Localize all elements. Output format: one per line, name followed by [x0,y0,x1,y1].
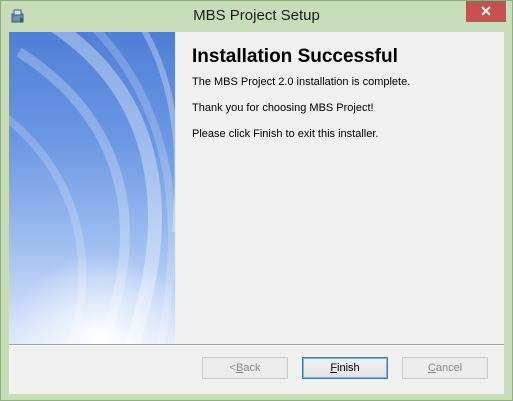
finish-instruction: Please click Finish to exit this install… [192,128,379,140]
finish-label-rest: inish [337,362,360,374]
back-label-rest: ack [243,362,261,374]
page-title: Installation Successful [192,46,398,67]
back-button[interactable]: < Back [202,357,288,379]
cancel-accelerator: C [427,362,436,374]
thank-you-message: Thank you for choosing MBS Project! [192,102,374,114]
window-title: MBS Project Setup [193,7,320,24]
wizard-banner-image [9,32,175,344]
completion-message: The MBS Project 2.0 installation is comp… [192,76,411,88]
dialog-client-area: Installation Successful The MBS Project … [9,32,504,394]
button-separator [9,344,504,346]
setup-window: MBS Project Setup ✕ Installation Success… [0,0,513,401]
back-accelerator: B [235,362,244,374]
close-button[interactable]: ✕ [466,1,506,22]
wizard-content: Installation Successful The MBS Project … [175,32,504,344]
close-icon: ✕ [480,3,492,19]
cancel-label-rest: ancel [435,362,463,374]
cancel-button[interactable]: Cancel [402,357,488,379]
finish-accelerator: F [330,362,338,374]
title-bar[interactable]: MBS Project Setup ✕ [1,1,512,32]
finish-button[interactable]: Finish [302,357,388,379]
